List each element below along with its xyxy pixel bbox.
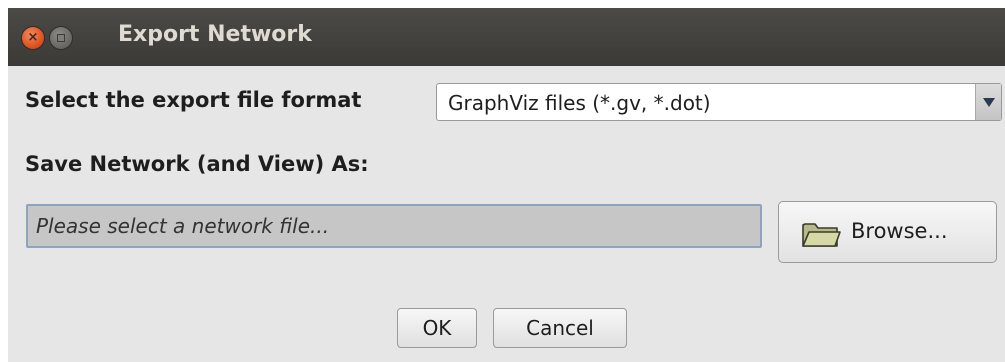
minimize-button[interactable] (50, 27, 72, 49)
export-format-selected: GraphViz files (*.gv, *.dot) (448, 91, 711, 115)
export-format-dropdown[interactable]: GraphViz files (*.gv, *.dot) (436, 83, 1002, 121)
close-button[interactable]: × (22, 27, 44, 49)
browse-button-label: Browse... (851, 219, 948, 243)
title-bar[interactable]: × Export Network (8, 8, 1005, 66)
minimize-icon (57, 34, 65, 42)
save-as-label: Save Network (and View) As: (25, 152, 369, 176)
browse-button[interactable]: Browse... (778, 201, 997, 263)
export-format-label: Select the export file format (25, 88, 362, 112)
close-icon: × (27, 30, 39, 45)
export-network-dialog: × Export Network Select the export file … (8, 8, 1005, 362)
ok-button[interactable]: OK (397, 308, 477, 348)
folder-icon (802, 223, 841, 247)
window-title: Export Network (118, 22, 312, 47)
cancel-button[interactable]: Cancel (493, 308, 627, 348)
dropdown-arrow-button[interactable] (975, 84, 1001, 120)
chevron-down-icon (983, 98, 995, 107)
network-file-input[interactable] (26, 204, 762, 248)
